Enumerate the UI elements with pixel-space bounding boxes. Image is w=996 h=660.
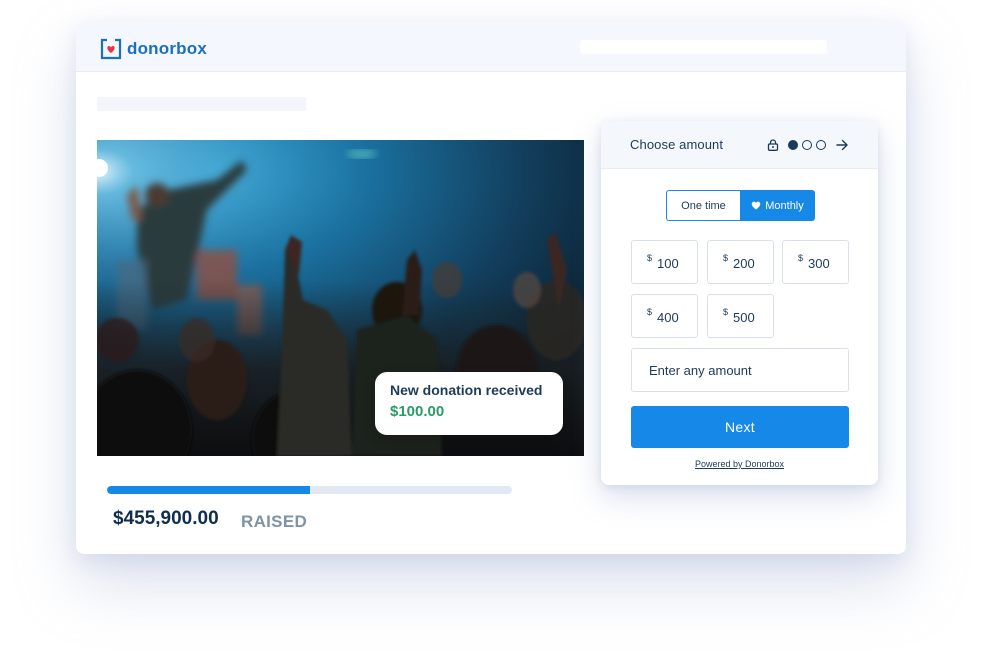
donation-widget: Choose amount One time Monthly $ 100 $ 2…	[601, 121, 878, 485]
donorbox-logo[interactable]: donorbox	[100, 38, 207, 60]
one-time-label: One time	[681, 199, 726, 212]
amount-option-500[interactable]: $ 500	[707, 294, 774, 338]
fundraising-progress-bar	[107, 486, 512, 494]
amount-value: 300	[808, 256, 830, 271]
donorbox-logo-icon	[100, 38, 122, 60]
monthly-label: Monthly	[765, 199, 804, 212]
currency-symbol: $	[723, 307, 729, 317]
amount-value: 500	[733, 310, 755, 325]
step-dot-3	[816, 139, 826, 150]
powered-by-link[interactable]: Powered by Donorbox	[601, 459, 878, 469]
step-dot-1	[788, 139, 798, 150]
raised-label: RAISED	[241, 512, 308, 531]
notification-title: New donation received	[390, 382, 543, 398]
currency-symbol: $	[798, 253, 804, 263]
logo-text: donorbox	[127, 39, 207, 58]
step-indicator	[767, 138, 849, 151]
amount-value: 400	[657, 310, 679, 325]
notification-amount: $100.00	[390, 403, 445, 420]
step-dot-2	[802, 139, 812, 150]
new-donation-notification: New donation received $100.00	[375, 372, 563, 435]
widget-header: Choose amount	[601, 121, 878, 169]
lock-icon	[767, 138, 779, 151]
one-time-button[interactable]: One time	[666, 190, 740, 221]
amount-option-200[interactable]: $ 200	[707, 240, 774, 284]
currency-symbol: $	[723, 253, 729, 263]
amount-value: 100	[657, 256, 679, 271]
amount-option-300[interactable]: $ 300	[782, 240, 849, 284]
arrow-right-icon[interactable]	[836, 139, 849, 151]
next-button[interactable]: Next	[631, 406, 849, 448]
currency-symbol: $	[647, 307, 653, 317]
progress-bar-fill	[107, 486, 310, 494]
amount-option-400[interactable]: $ 400	[631, 294, 698, 338]
currency-symbol: $	[647, 253, 653, 263]
amount-option-100[interactable]: $ 100	[631, 240, 698, 284]
custom-amount-input[interactable]	[631, 348, 849, 392]
campaign-title-placeholder	[97, 97, 306, 111]
widget-title: Choose amount	[630, 137, 724, 152]
amount-value: 200	[733, 256, 755, 271]
monthly-button[interactable]: Monthly	[740, 190, 815, 221]
raised-amount: $455,900.00	[113, 508, 219, 529]
heart-icon	[751, 201, 761, 210]
browser-topbar: donorbox	[76, 22, 906, 72]
url-bar[interactable]	[580, 40, 827, 54]
frequency-toggle: One time Monthly	[666, 190, 815, 221]
